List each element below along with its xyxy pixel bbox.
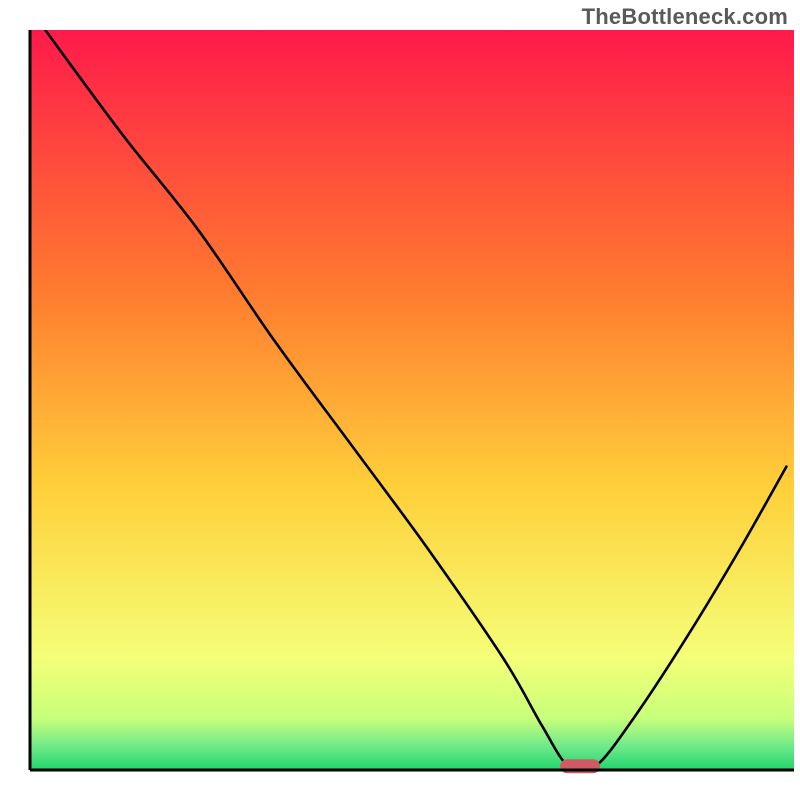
chart-stage: TheBottleneck.com: [0, 0, 800, 800]
plot-background: [30, 30, 794, 770]
bottleneck-chart: [0, 0, 800, 800]
